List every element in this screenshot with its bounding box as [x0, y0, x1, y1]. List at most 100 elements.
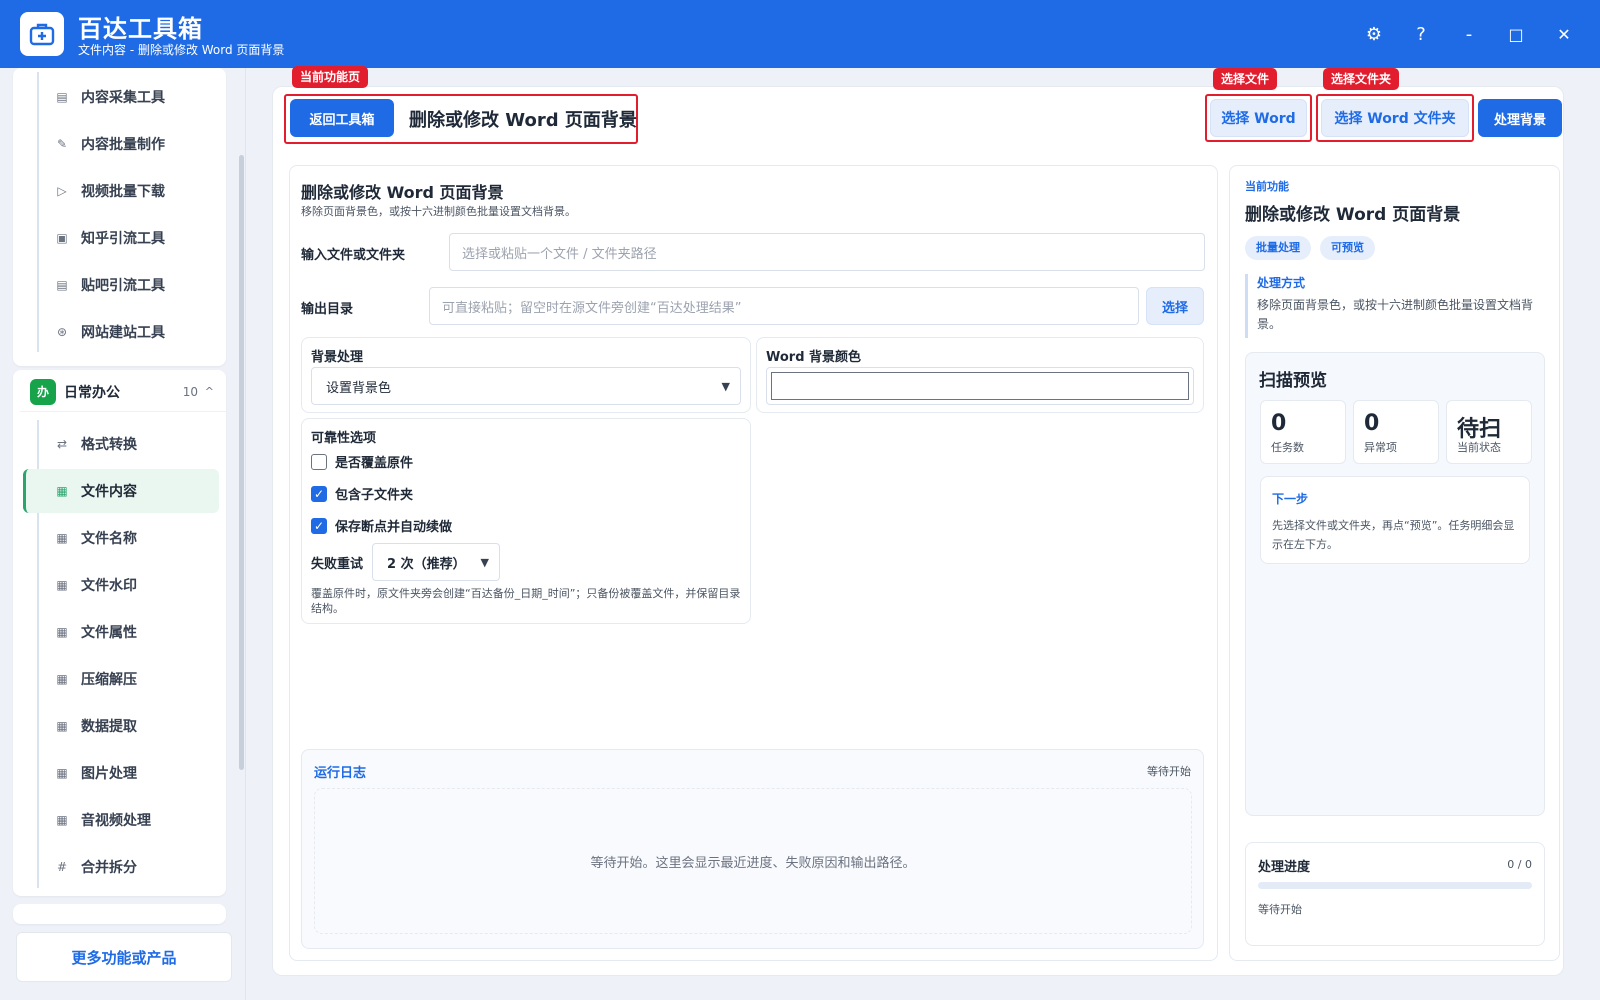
- select-word-folder-button[interactable]: 选择 Word 文件夹: [1321, 99, 1469, 137]
- progress-bar: [1258, 882, 1532, 889]
- reliability-title: 可靠性选项: [311, 431, 377, 446]
- annotation-current-page: 当前功能页: [292, 66, 369, 88]
- method-accent-bar: [1245, 274, 1248, 338]
- grid-icon: ▦: [56, 531, 68, 545]
- method-title: 处理方式: [1257, 276, 1306, 290]
- annotation-select-file: 选择文件: [1213, 68, 1278, 90]
- chevron-down-icon: ▼: [480, 555, 489, 569]
- sidebar-item-format[interactable]: ⇄ 格式转换: [23, 422, 219, 466]
- log-status: 等待开始: [1147, 765, 1191, 778]
- sidebar-item-merge[interactable]: # 合并拆分: [23, 845, 219, 889]
- group-badge: 办: [30, 378, 56, 405]
- next-step-description: 先选择文件或文件夹，再点“预览”。任务明细会显示在左下方。: [1272, 519, 1515, 551]
- process-background-button[interactable]: 处理背景: [1478, 99, 1562, 137]
- document-icon: ▤: [56, 278, 68, 292]
- settings-gear-icon[interactable]: ⚙: [1359, 19, 1389, 49]
- scan-preview-title: 扫描预览: [1259, 371, 1327, 391]
- sidebar-item-file-content[interactable]: ▦ 文件内容: [23, 469, 219, 513]
- retry-select[interactable]: 2 次（推荐） ▼: [372, 543, 500, 581]
- sidebar-item-extract[interactable]: ▦ 数据提取: [23, 704, 219, 748]
- group-count: 10: [182, 384, 198, 399]
- pen-icon: ✎: [56, 137, 68, 151]
- sidebar-item-content-batch[interactable]: ✎ 内容批量制作: [23, 122, 219, 166]
- sidebar-item-website[interactable]: ⊛ 网站建站工具: [23, 310, 219, 354]
- grid-icon: ▦: [56, 578, 68, 592]
- check-icon: ✓: [311, 485, 327, 502]
- image-icon: ▣: [56, 231, 68, 245]
- annotation-select-folder: 选择文件夹: [1323, 68, 1400, 90]
- grid-icon: ▦: [56, 625, 68, 639]
- subfolders-checkbox[interactable]: ✓ 包含子文件夹: [311, 484, 413, 503]
- sidebar-group-daily-office[interactable]: 办 日常办公 10 ^: [20, 372, 226, 412]
- close-button[interactable]: ✕: [1549, 19, 1579, 49]
- bg-color-label: Word 背景颜色: [766, 350, 862, 365]
- toolbox-icon: [20, 12, 64, 56]
- grid-icon: ▦: [56, 719, 68, 733]
- hash-icon: #: [56, 860, 68, 874]
- sidebar: ▤ 内容采集工具 ✎ 内容批量制作 ▷ 视频批量下载 ▣ 知乎引流工具 ▤ 贴吧引流工具 …: [0, 68, 246, 1000]
- log-empty-text: 等待开始。这里会显示最近进度、失败原因和输出路径。: [590, 856, 916, 871]
- stat-status: 待扫 当前状态: [1446, 400, 1532, 464]
- checkbox-box: [311, 453, 327, 470]
- pill-batch: 批量处理: [1245, 236, 1311, 260]
- sidebar-item-compress[interactable]: ▦ 压缩解压: [23, 657, 219, 701]
- retry-label: 失败重试: [311, 557, 364, 572]
- sidebar-item-file-name[interactable]: ▦ 文件名称: [23, 516, 219, 560]
- more-products-button[interactable]: 更多功能或产品: [16, 932, 232, 982]
- app-title: 百达工具箱: [78, 15, 203, 43]
- bg-color-field[interactable]: [766, 367, 1194, 405]
- grid-icon: ▦: [56, 813, 68, 827]
- info-title: 删除或修改 Word 页面背景: [1245, 205, 1461, 225]
- bg-mode-label: 背景处理: [311, 350, 364, 365]
- color-swatch[interactable]: [771, 372, 1189, 400]
- output-select-button[interactable]: 选择: [1146, 287, 1204, 325]
- sidebar-card-next: [13, 904, 226, 924]
- globe-icon: ⊛: [56, 325, 68, 339]
- reliability-note: 覆盖原件时，原文件夹旁会创建“百达备份_日期_时间”；只备份被覆盖文件，并保留目…: [311, 587, 741, 615]
- check-icon: ✓: [311, 517, 327, 534]
- title-bar: 百达工具箱 文件内容 - 删除或修改 Word 页面背景 ⚙ ? - □ ✕: [0, 0, 1600, 68]
- sidebar-item-watermark[interactable]: ▦ 文件水印: [23, 563, 219, 607]
- progress-status: 等待开始: [1258, 903, 1302, 916]
- sidebar-item-zhihu[interactable]: ▣ 知乎引流工具: [23, 216, 219, 260]
- progress-count: 0 / 0: [1507, 858, 1532, 871]
- sidebar-scroll-thumb[interactable]: [239, 155, 244, 770]
- grid-icon: ▦: [56, 672, 68, 686]
- input-path-label: 输入文件或文件夹: [301, 248, 406, 263]
- next-step-title: 下一步: [1272, 492, 1309, 506]
- sidebar-item-video-download[interactable]: ▷ 视频批量下载: [23, 169, 219, 213]
- output-dir-field[interactable]: 可直接粘贴；留空时在源文件旁创建“百达处理结果”: [429, 287, 1139, 325]
- help-icon[interactable]: ?: [1406, 19, 1436, 49]
- video-icon: ▷: [57, 184, 67, 198]
- sidebar-item-media[interactable]: ▦ 音视频处理: [23, 798, 219, 842]
- minimize-button[interactable]: -: [1454, 19, 1484, 49]
- swap-icon: ⇄: [56, 437, 68, 451]
- resume-checkbox[interactable]: ✓ 保存断点并自动续做: [311, 516, 452, 535]
- stat-exceptions: 0 异常项: [1353, 400, 1439, 464]
- sidebar-item-image[interactable]: ▦ 图片处理: [23, 751, 219, 795]
- group-title: 日常办公: [64, 384, 120, 401]
- grid-icon: ▦: [56, 484, 68, 498]
- page-title: 删除或修改 Word 页面背景: [409, 110, 637, 131]
- form-title: 删除或修改 Word 页面背景: [301, 183, 504, 202]
- grid-icon: ▦: [56, 766, 68, 780]
- info-eyebrow: 当前功能: [1245, 180, 1289, 193]
- bg-mode-select[interactable]: 设置背景色 ▼: [311, 367, 741, 405]
- sidebar-item-properties[interactable]: ▦ 文件属性: [23, 610, 219, 654]
- chevron-up-icon[interactable]: ^: [205, 385, 214, 398]
- back-to-toolbox-button[interactable]: 返回工具箱: [290, 99, 394, 137]
- app-subtitle: 文件内容 - 删除或修改 Word 页面背景: [78, 43, 285, 57]
- list-icon: ▤: [56, 90, 68, 104]
- form-description: 移除页面背景色，或按十六进制颜色批量设置文档背景。: [301, 205, 576, 218]
- stat-task-count: 0 任务数: [1260, 400, 1346, 464]
- log-title: 运行日志: [314, 766, 367, 781]
- progress-title: 处理进度: [1258, 860, 1311, 875]
- overwrite-checkbox[interactable]: 是否覆盖原件: [311, 452, 413, 471]
- input-path-field[interactable]: 选择或粘贴一个文件 / 文件夹路径: [449, 233, 1205, 271]
- sidebar-item-content-collect[interactable]: ▤ 内容采集工具: [23, 75, 219, 119]
- output-dir-label: 输出目录: [301, 302, 354, 317]
- chevron-down-icon: ▼: [721, 379, 730, 393]
- maximize-button[interactable]: □: [1501, 19, 1531, 49]
- select-word-button[interactable]: 选择 Word: [1210, 99, 1307, 137]
- sidebar-item-tieba[interactable]: ▤ 贴吧引流工具: [23, 263, 219, 307]
